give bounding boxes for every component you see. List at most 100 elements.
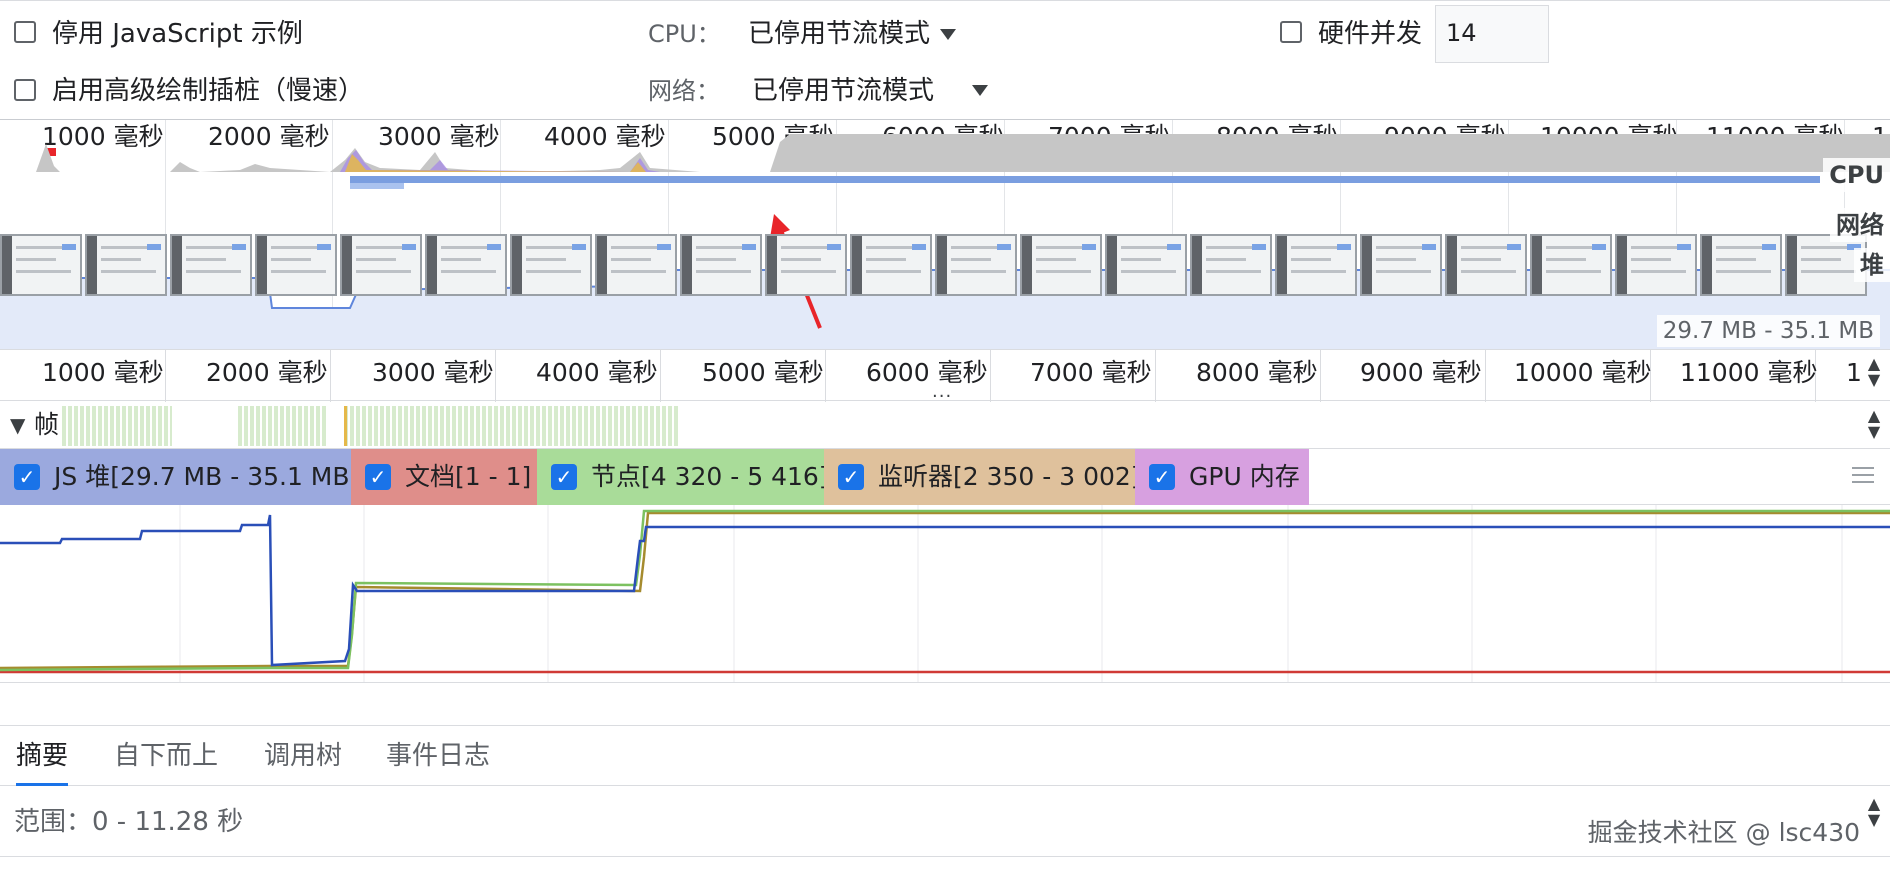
frame-block	[344, 406, 680, 446]
frames-expand-toggle[interactable]: ▼	[10, 412, 25, 438]
tab-bottom-up[interactable]: 自下而上	[114, 726, 218, 786]
screenshot-thumbnail[interactable]	[765, 234, 847, 296]
listeners-counter[interactable]: ✓ 监听器[2 350 - 3 002]	[824, 449, 1141, 505]
cpu-throttle-select[interactable]: 已停用节流模式	[748, 19, 930, 49]
memory-counters-legend: ✓ JS 堆[29.7 MB - 35.1 MB] ✓ 文档[1 - 1] ✓ …	[0, 449, 1890, 505]
ruler-tick	[825, 350, 826, 402]
ruler-time-label: 4000 毫秒	[536, 358, 658, 387]
hardware-concurrency-checkbox[interactable]	[1280, 21, 1302, 43]
documents-checkbox[interactable]: ✓	[365, 464, 391, 490]
nodes-counter-label: 节点[4 320 - 5 416]	[591, 462, 829, 491]
screenshot-thumbnail[interactable]	[595, 234, 677, 296]
tab-summary[interactable]: 摘要	[16, 726, 69, 786]
disable-js-samples-checkbox[interactable]	[14, 21, 36, 43]
screenshot-thumbnail[interactable]	[680, 234, 762, 296]
ruler-scroll-arrows-icon[interactable]: ▲ ▼	[1862, 356, 1886, 388]
advanced-paint-label: 启用高级绘制插桩（慢速）	[52, 76, 365, 106]
frames-track[interactable]: ▼ 帧 ▲ ▼	[0, 402, 1890, 449]
advanced-paint-checkbox[interactable]	[14, 79, 36, 101]
network-bar-secondary	[350, 183, 404, 189]
ruler-time-label: 8000 毫秒	[1196, 358, 1318, 387]
screenshot-thumbnail[interactable]	[1105, 234, 1187, 296]
tab-event-log[interactable]: 事件日志	[386, 726, 490, 786]
tab-call-tree[interactable]: 调用树	[264, 726, 342, 786]
memory-counters-chart[interactable]	[0, 505, 1890, 683]
screenshot-thumbnail[interactable]	[0, 234, 82, 296]
cpu-track-label: CPU	[1823, 158, 1890, 192]
screenshot-thumbnail[interactable]	[340, 234, 422, 296]
js-heap-series-line	[0, 514, 1890, 667]
nodes-checkbox[interactable]: ✓	[551, 464, 577, 490]
hardware-concurrency-input[interactable]: 14	[1435, 5, 1549, 63]
ruler-time-label: 3000 毫秒	[372, 358, 494, 387]
ruler-time-label: 2000 毫秒	[206, 358, 328, 387]
network-throttle-select[interactable]: 已停用节流模式	[752, 76, 934, 106]
cpu-throttle-label: CPU：	[648, 20, 721, 48]
nodes-series-line	[0, 509, 1890, 672]
nodes-counter[interactable]: ✓ 节点[4 320 - 5 416]	[537, 449, 829, 505]
ruler-tick	[330, 350, 331, 402]
ruler-tick	[1485, 350, 1486, 402]
menu-icon[interactable]	[1852, 467, 1874, 488]
screenshot-thumbnail[interactable]	[1530, 234, 1612, 296]
ruler-tick	[1320, 350, 1321, 402]
listeners-series-line	[0, 511, 1890, 670]
frame-block	[238, 406, 326, 446]
ruler-tick	[1155, 350, 1156, 402]
gpu-memory-checkbox[interactable]: ✓	[1149, 464, 1175, 490]
documents-counter-label: 文档[1 - 1]	[405, 462, 532, 491]
ruler-tick	[660, 350, 661, 402]
hardware-concurrency-label: 硬件并发	[1318, 19, 1423, 49]
screenshot-thumbnail[interactable]	[425, 234, 507, 296]
js-heap-counter[interactable]: ✓ JS 堆[29.7 MB - 35.1 MB]	[0, 449, 359, 505]
cpu-dropdown-icon[interactable]	[940, 29, 956, 40]
screenshot-thumbnail[interactable]	[850, 234, 932, 296]
screenshot-thumbnail[interactable]	[935, 234, 1017, 296]
network-bar	[350, 176, 1820, 183]
disable-js-samples-label: 停用 JavaScript 示例	[52, 19, 303, 49]
frame-block	[62, 406, 172, 446]
summary-scroll-arrows-icon[interactable]: ▲ ▼	[1862, 796, 1886, 828]
resize-handle-icon[interactable]: ...	[932, 383, 952, 401]
gpu-memory-counter[interactable]: ✓ GPU 内存	[1135, 449, 1309, 505]
ruler-time-label: 1000 毫秒	[42, 358, 164, 387]
screenshot-thumbnail[interactable]	[255, 234, 337, 296]
range-text: 范围：0 - 11.28 秒	[14, 807, 244, 837]
screenshot-thumbnail[interactable]	[1445, 234, 1527, 296]
frame-marker	[344, 406, 347, 446]
details-divider	[0, 683, 1890, 726]
gpu-memory-counter-label: GPU 内存	[1189, 462, 1300, 491]
screenshot-thumbnail[interactable]	[1615, 234, 1697, 296]
screenshot-thumbnail[interactable]	[170, 234, 252, 296]
cpu-activity-area	[0, 134, 1890, 172]
screenshot-thumbnail[interactable]	[1700, 234, 1782, 296]
ruler-time-label: 1	[1846, 358, 1862, 387]
ruler-time-label: 9000 毫秒	[1360, 358, 1482, 387]
ruler-time-label: 6000 毫秒	[866, 358, 988, 387]
heap-range-readout: 29.7 MB - 35.1 MB	[1656, 315, 1880, 347]
js-heap-checkbox[interactable]: ✓	[14, 464, 40, 490]
ruler-time-label: 5000 毫秒	[702, 358, 824, 387]
ruler-time-label: 7000 毫秒	[1030, 358, 1152, 387]
screenshot-thumbnail[interactable]	[1020, 234, 1102, 296]
screenshot-thumbnail[interactable]	[1360, 234, 1442, 296]
frames-scroll-arrows-icon[interactable]: ▲ ▼	[1862, 408, 1886, 440]
screenshot-thumbnail[interactable]	[510, 234, 592, 296]
listeners-checkbox[interactable]: ✓	[838, 464, 864, 490]
network-dropdown-icon[interactable]	[972, 85, 988, 96]
ruler-tick	[165, 350, 166, 402]
ruler-tick	[495, 350, 496, 402]
screenshot-thumbnail[interactable]	[1190, 234, 1272, 296]
documents-counter[interactable]: ✓ 文档[1 - 1]	[351, 449, 537, 505]
details-tabs: 摘要 自下而上 调用树 事件日志	[0, 726, 1890, 786]
memory-counter-lines	[0, 505, 1890, 682]
capture-settings-panel: 停用 JavaScript 示例 启用高级绘制插桩（慢速） CPU： 已停用节流…	[0, 0, 1890, 120]
timeline-overview[interactable]: 1000 毫秒 2000 毫秒 3000 毫秒 4000 毫秒 5000 毫秒 …	[0, 119, 1890, 349]
ruler-time-label: 10000 毫秒	[1514, 358, 1652, 387]
listeners-counter-label: 监听器[2 350 - 3 002]	[878, 462, 1141, 491]
screenshot-thumbnail[interactable]	[1275, 234, 1357, 296]
screenshot-thumbnail[interactable]	[85, 234, 167, 296]
heap-track-label: 堆	[1854, 248, 1890, 282]
frames-track-label: 帧	[34, 410, 60, 439]
network-throttle-label: 网络：	[648, 77, 720, 105]
